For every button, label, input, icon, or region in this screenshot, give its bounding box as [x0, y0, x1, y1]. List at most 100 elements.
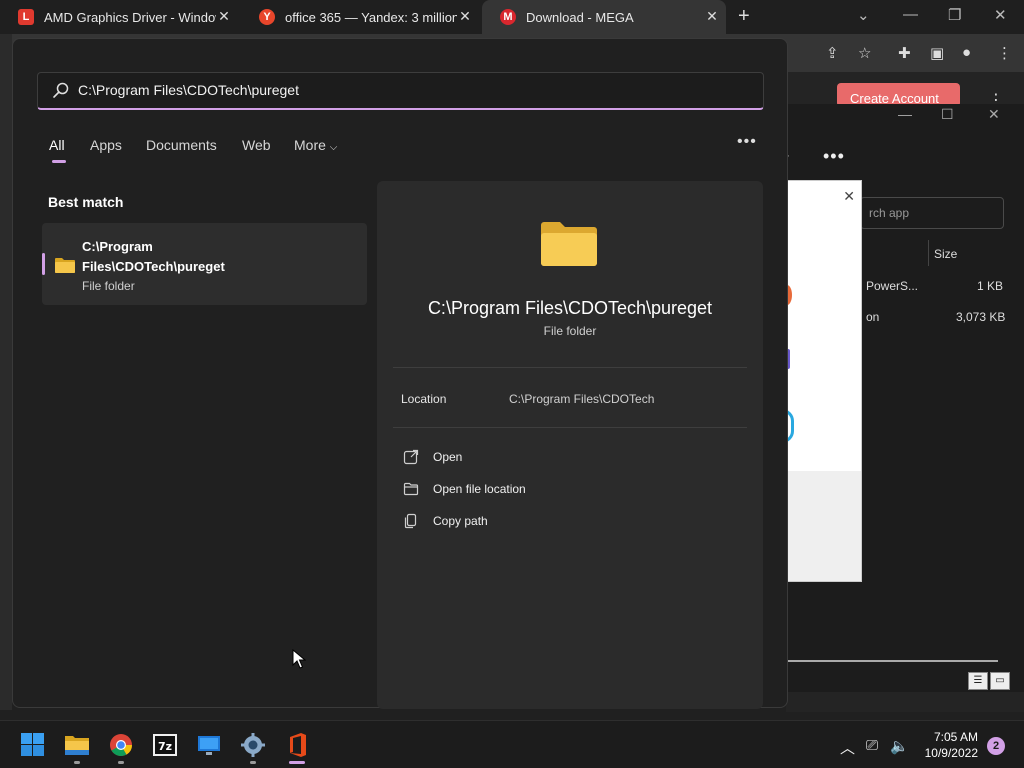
- new-tab-icon[interactable]: +: [738, 5, 750, 28]
- background-dialog: ✕: [782, 180, 862, 582]
- location-value[interactable]: C:\Program Files\CDOTech: [509, 392, 654, 406]
- office-icon[interactable]: [284, 733, 310, 757]
- search-box[interactable]: C:\Program Files\CDOTech\pureget: [37, 72, 764, 110]
- search-input[interactable]: C:\Program Files\CDOTech\pureget: [78, 82, 299, 98]
- browser-tab-mega[interactable]: M Download - MEGA ✕: [482, 0, 726, 34]
- search-icon: [53, 82, 69, 98]
- side-panel-icon[interactable]: ▣: [930, 44, 944, 62]
- action-label: Open file location: [433, 482, 526, 496]
- detail-title: C:\Program Files\CDOTech\pureget: [427, 298, 713, 318]
- tab-title: office 365 — Yandex: 3 million re: [285, 9, 457, 25]
- settings-icon[interactable]: [240, 733, 266, 757]
- tiles-view-icon[interactable]: ▭: [990, 672, 1010, 690]
- share-icon[interactable]: ⇪: [826, 44, 839, 62]
- fm-search-input[interactable]: rch app: [860, 197, 1004, 229]
- running-indicator: [118, 761, 124, 764]
- browser-tab-strip: L AMD Graphics Driver - Windows ✕ Y offi…: [0, 0, 1024, 34]
- clock-time: 7:05 AM: [933, 730, 978, 744]
- tab-search-chevron-icon[interactable]: ⌄: [857, 6, 870, 24]
- fm-more-icon[interactable]: •••: [823, 146, 845, 167]
- detail-subtitle: File folder: [543, 324, 597, 338]
- open-file-location-action[interactable]: Open file location: [403, 479, 526, 499]
- running-indicator: [250, 761, 256, 764]
- volume-icon[interactable]: 🔈: [890, 737, 909, 755]
- column-divider: [928, 240, 929, 266]
- file-row-size: 3,073 KB: [956, 310, 1006, 324]
- divider: [393, 427, 747, 428]
- network-icon[interactable]: ⎚: [866, 737, 878, 754]
- fm-close-icon[interactable]: ✕: [988, 106, 1000, 123]
- tab-all[interactable]: All: [49, 137, 65, 153]
- fm-maximize-icon[interactable]: ☐: [941, 106, 954, 123]
- large-folder-icon: [541, 222, 597, 266]
- clock-date: 10/9/2022: [924, 746, 978, 760]
- tab-more[interactable]: More ⌵: [294, 137, 337, 153]
- mouse-cursor-icon: [292, 649, 306, 669]
- bookmark-star-icon[interactable]: ☆: [858, 44, 871, 62]
- file-row-name[interactable]: PowerS...: [866, 279, 918, 293]
- system-clock[interactable]: 7:05 AM 10/9/2022: [920, 729, 978, 761]
- profile-icon[interactable]: ●: [962, 44, 971, 61]
- chrome-icon[interactable]: [108, 733, 134, 757]
- result-detail-pane: C:\Program Files\CDOTech\pureget File fo…: [377, 181, 763, 709]
- dialog-close-icon[interactable]: ✕: [843, 188, 855, 205]
- 7zip-icon[interactable]: 7z: [152, 733, 178, 757]
- more-options-icon[interactable]: •••: [737, 133, 757, 151]
- remote-desktop-icon[interactable]: [196, 733, 222, 757]
- location-label: Location: [401, 392, 447, 406]
- tab-more-label: More: [294, 137, 326, 153]
- file-row-size: 1 KB: [977, 279, 1004, 293]
- browser-tab-amd[interactable]: L AMD Graphics Driver - Windows ✕: [0, 0, 238, 34]
- restore-icon[interactable]: ❐: [948, 6, 961, 24]
- show-hidden-icons-chevron-icon[interactable]: ︿: [840, 737, 855, 758]
- folder-outline-icon: [403, 482, 419, 496]
- browser-tab-yandex[interactable]: Y office 365 — Yandex: 3 million re ✕: [241, 0, 479, 34]
- file-row-name[interactable]: on: [866, 310, 879, 324]
- best-match-heading: Best match: [48, 194, 124, 210]
- selection-indicator: [42, 253, 45, 275]
- fm-minimize-icon[interactable]: —: [898, 106, 912, 122]
- browser-menu-icon[interactable]: ⋮: [997, 44, 1012, 62]
- search-flyout: C:\Program Files\CDOTech\pureget All App…: [12, 38, 788, 709]
- minimize-icon[interactable]: —: [903, 6, 918, 23]
- action-label: Copy path: [433, 514, 488, 528]
- amd-favicon-icon: L: [18, 9, 34, 25]
- mega-favicon-icon: M: [500, 9, 516, 25]
- tab-title: Download - MEGA: [526, 9, 634, 25]
- svg-text:7z: 7z: [158, 740, 172, 753]
- divider: [393, 367, 747, 368]
- copy-icon: [404, 513, 417, 529]
- tab-web[interactable]: Web: [242, 137, 271, 153]
- size-column-header[interactable]: Size: [934, 247, 957, 261]
- copy-path-action[interactable]: Copy path: [403, 511, 488, 531]
- taskbar: 7z ︿ ⎚ 🔈 7:05 AM 10/9/2022 2: [0, 720, 1024, 768]
- close-window-icon[interactable]: ✕: [994, 6, 1007, 24]
- tab-title: AMD Graphics Driver - Windows: [44, 9, 216, 25]
- result-subtitle: File folder: [82, 279, 135, 293]
- tab-close-icon[interactable]: ✕: [457, 8, 473, 25]
- active-app-indicator: [289, 761, 305, 764]
- tab-close-icon[interactable]: ✕: [216, 8, 232, 25]
- dialog-footer: [788, 471, 861, 581]
- best-match-result[interactable]: C:\Program Files\CDOTech\pureget File fo…: [42, 223, 367, 305]
- view-toggle: ☰ ▭: [968, 670, 1012, 690]
- extensions-icon[interactable]: ✚: [898, 44, 911, 62]
- notification-badge[interactable]: 2: [987, 737, 1005, 755]
- running-indicator: [74, 761, 80, 764]
- folder-icon: [55, 258, 75, 273]
- details-view-icon[interactable]: ☰: [968, 672, 988, 690]
- tab-close-icon[interactable]: ✕: [704, 8, 720, 25]
- open-external-icon: [403, 449, 419, 465]
- chevron-down-icon: ⌵: [329, 142, 338, 153]
- tab-apps[interactable]: Apps: [90, 137, 122, 153]
- open-action[interactable]: Open: [403, 447, 462, 467]
- active-tab-indicator: [52, 160, 66, 163]
- file-explorer-icon[interactable]: [64, 733, 90, 757]
- start-icon[interactable]: [20, 733, 46, 757]
- result-title: C:\Program Files\CDOTech\pureget: [82, 239, 225, 274]
- tab-documents[interactable]: Documents: [146, 137, 217, 153]
- horizontal-scrollbar[interactable]: [788, 660, 998, 662]
- yandex-favicon-icon: Y: [259, 9, 275, 25]
- action-label: Open: [433, 450, 463, 464]
- desktop-edge: [0, 34, 12, 710]
